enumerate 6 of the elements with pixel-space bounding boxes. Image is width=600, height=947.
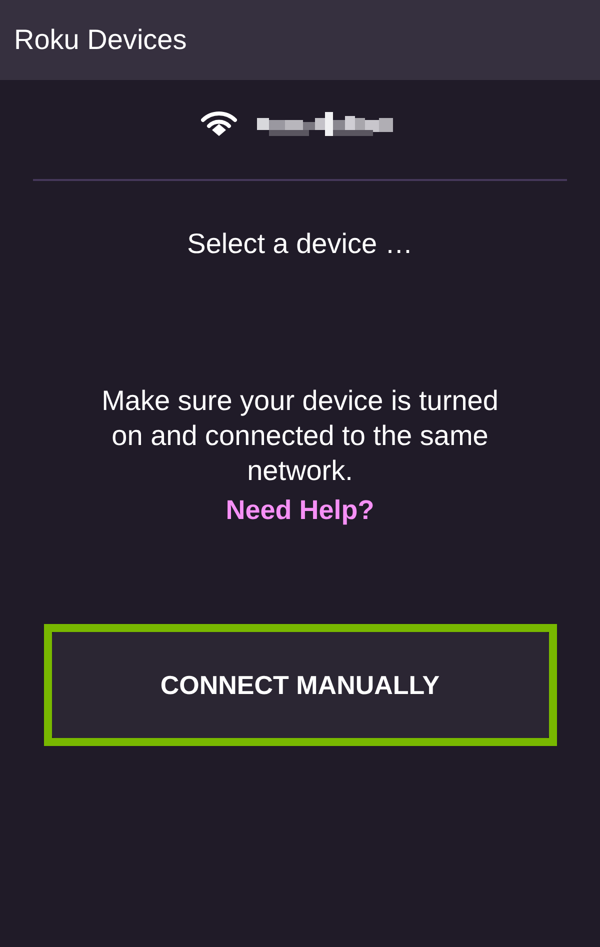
connect-manually-button[interactable]: CONNECT MANUALLY [52,632,548,738]
need-help-link[interactable]: Need Help? [226,492,374,528]
connection-hint-text: Make sure your device is turned on and connected to the same network. [100,384,500,488]
app-bar-title: Roku Devices [14,23,187,57]
select-device-prompt: Select a device … [187,227,413,261]
wifi-icon [201,111,237,136]
